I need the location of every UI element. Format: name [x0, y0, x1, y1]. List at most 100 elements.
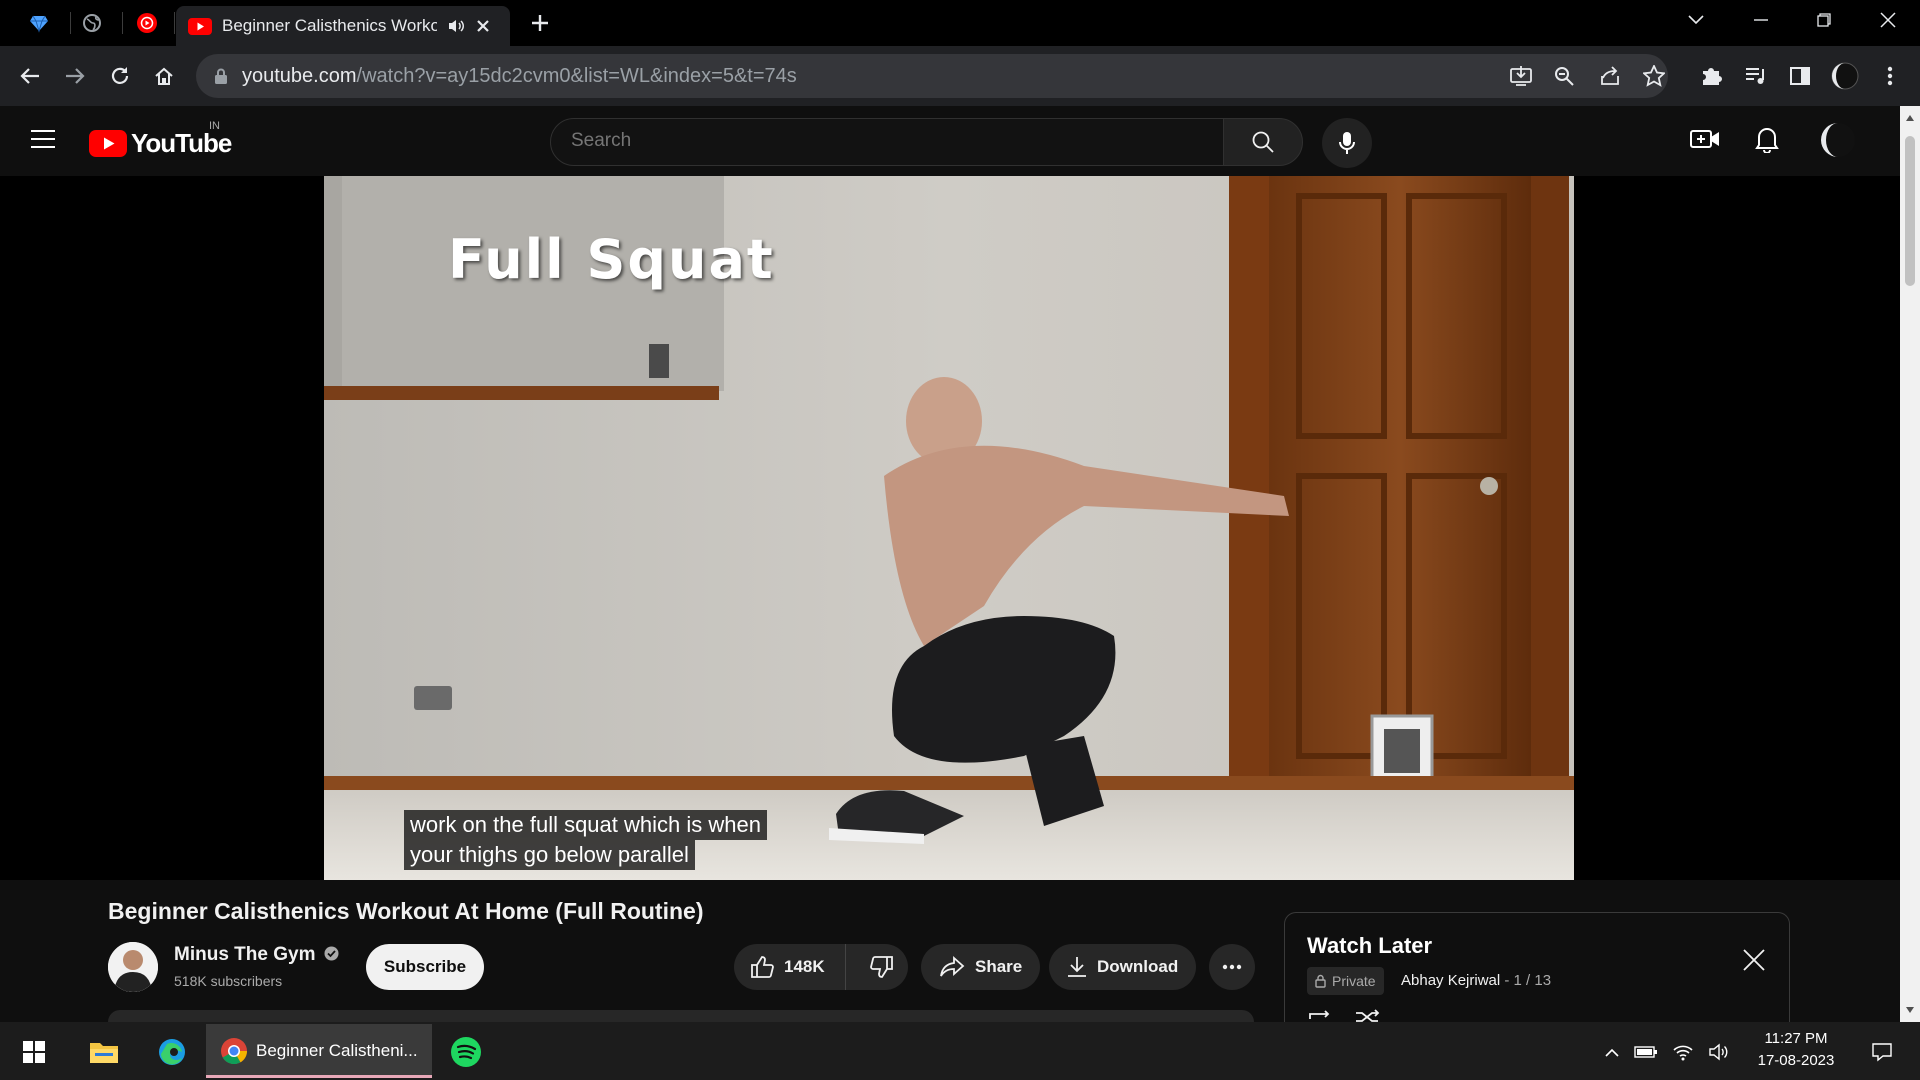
scroll-down-icon[interactable]	[1905, 1006, 1915, 1014]
chrome-menu-button[interactable]	[1872, 58, 1908, 94]
edge-browser-icon	[159, 1039, 185, 1065]
caption-line-1: work on the full squat which is when	[404, 810, 767, 840]
account-avatar-icon	[1821, 123, 1855, 157]
more-vertical-icon	[1887, 66, 1893, 86]
diamond-icon	[30, 15, 48, 33]
video-captions: work on the full squat which is when you…	[404, 810, 767, 870]
caption-line-2: your thighs go below parallel	[404, 840, 695, 870]
scroll-up-icon[interactable]	[1905, 114, 1915, 122]
media-controls-button[interactable]	[1738, 58, 1774, 94]
file-explorer-button[interactable]	[78, 1030, 130, 1074]
shuffle-playlist-button[interactable]	[1355, 1009, 1381, 1022]
youtube-logo-icon	[89, 130, 127, 157]
close-window-button[interactable]	[1865, 0, 1911, 40]
download-icon	[1068, 957, 1086, 977]
playlist-title[interactable]: Watch Later	[1307, 933, 1432, 959]
close-tab-icon[interactable]	[475, 18, 491, 34]
account-avatar[interactable]	[1820, 122, 1856, 163]
close-playlist-button[interactable]	[1743, 949, 1765, 976]
start-button[interactable]	[8, 1030, 60, 1074]
taskbar-chrome-window[interactable]: Beginner Calistheni...	[206, 1024, 432, 1078]
address-bar[interactable]: youtube.com/watch?v=ay15dc2cvm0&list=WL&…	[196, 54, 1668, 98]
create-button[interactable]	[1690, 127, 1720, 156]
side-panel-button[interactable]	[1782, 58, 1818, 94]
playlist-owner-line: Abhay Kejriwal - 1 / 13	[1401, 972, 1551, 989]
loop-playlist-button[interactable]	[1307, 1009, 1333, 1022]
restore-button[interactable]	[1801, 0, 1847, 40]
subscriber-count: 518K subscribers	[174, 973, 283, 989]
pinned-tab-2[interactable]	[66, 6, 118, 40]
home-button[interactable]	[146, 58, 182, 94]
guide-menu-button[interactable]	[30, 128, 60, 154]
minimize-button[interactable]	[1738, 0, 1784, 40]
speaker-audio-icon[interactable]	[447, 18, 465, 34]
channel-name[interactable]: Minus The Gym	[174, 944, 339, 966]
search-input[interactable]	[571, 130, 1191, 152]
browser-toolbar: youtube.com/watch?v=ay15dc2cvm0&list=WL&…	[0, 46, 1920, 106]
install-app-icon[interactable]	[1510, 66, 1532, 86]
search-box[interactable]	[550, 118, 1224, 166]
clock-date: 17-08-2023	[1757, 1052, 1835, 1069]
new-tab-button[interactable]	[522, 5, 558, 41]
youtube-favicon-icon	[188, 17, 212, 35]
country-code: IN	[209, 120, 220, 132]
profile-avatar-icon	[1831, 62, 1859, 90]
playlist-owner[interactable]: Abhay Kejriwal	[1401, 972, 1500, 989]
close-icon	[1743, 949, 1765, 971]
share-page-icon[interactable]	[1599, 66, 1621, 86]
zoom-icon[interactable]	[1554, 66, 1574, 86]
share-label: Share	[975, 957, 1023, 976]
scroll-thumb[interactable]	[1905, 136, 1915, 286]
forward-button[interactable]	[57, 58, 93, 94]
description-box-edge[interactable]	[108, 1010, 1254, 1022]
channel-avatar[interactable]	[108, 942, 158, 992]
tab-search-button[interactable]	[1673, 0, 1719, 40]
youtube-logo[interactable]: YouTube IN	[89, 120, 232, 159]
youtube-wordmark: YouTube	[131, 128, 232, 158]
like-button[interactable]: 148K	[734, 944, 846, 990]
battery-button[interactable]	[1630, 1030, 1662, 1074]
clock-time: 11:27 PM	[1764, 1030, 1828, 1047]
side-panel-icon	[1790, 67, 1810, 85]
extensions-button[interactable]	[1693, 58, 1729, 94]
more-actions-button[interactable]	[1209, 944, 1255, 990]
playlist-position: - 1 / 13	[1500, 972, 1552, 989]
pinned-tab-1[interactable]	[13, 6, 65, 40]
hamburger-menu-icon	[31, 130, 55, 148]
voice-search-button[interactable]	[1322, 118, 1372, 168]
bookmark-star-icon[interactable]	[1643, 65, 1665, 87]
more-horizontal-icon	[1222, 964, 1242, 970]
notifications-button[interactable]	[1755, 125, 1779, 158]
download-button[interactable]: Download	[1049, 944, 1197, 990]
network-button[interactable]	[1668, 1030, 1698, 1074]
show-hidden-icons-button[interactable]	[1600, 1030, 1624, 1074]
battery-icon	[1634, 1046, 1657, 1058]
channel-avatar-image	[108, 942, 158, 992]
active-tab[interactable]: Beginner Calisthenics Workout At Home (F…	[176, 6, 510, 46]
system-clock[interactable]: 11:27 PM 17-08-2023	[1748, 1028, 1844, 1072]
volume-button[interactable]	[1704, 1030, 1734, 1074]
page-scrollbar[interactable]	[1900, 106, 1920, 1022]
plus-icon	[532, 15, 548, 31]
chrome-icon	[221, 1038, 248, 1065]
subscribe-button[interactable]: Subscribe	[366, 944, 484, 990]
share-button[interactable]: Share	[921, 944, 1041, 990]
windows-taskbar: Beginner Calistheni... 11:27 PM 17-08-20…	[0, 1022, 1920, 1080]
spotify-button[interactable]	[440, 1030, 492, 1074]
back-button[interactable]	[12, 58, 48, 94]
search-button[interactable]	[1223, 118, 1303, 166]
video-player[interactable]: Full Squat work on the full squat which …	[0, 176, 1900, 880]
notification-center-button[interactable]	[1862, 1030, 1902, 1074]
reload-button[interactable]	[102, 58, 138, 94]
channel-name-text: Minus The Gym	[174, 944, 316, 965]
video-frame[interactable]: Full Squat work on the full squat which …	[324, 176, 1574, 880]
thumbs-down-icon	[869, 956, 893, 978]
reload-icon	[111, 67, 129, 84]
playlist-music-icon	[1746, 68, 1764, 84]
pinned-tab-youtube-music[interactable]	[121, 6, 173, 40]
dislike-button[interactable]	[856, 944, 908, 990]
notification-icon	[1872, 1043, 1892, 1062]
minimize-icon	[1754, 19, 1768, 21]
profile-button[interactable]	[1827, 58, 1863, 94]
edge-button[interactable]	[146, 1030, 198, 1074]
